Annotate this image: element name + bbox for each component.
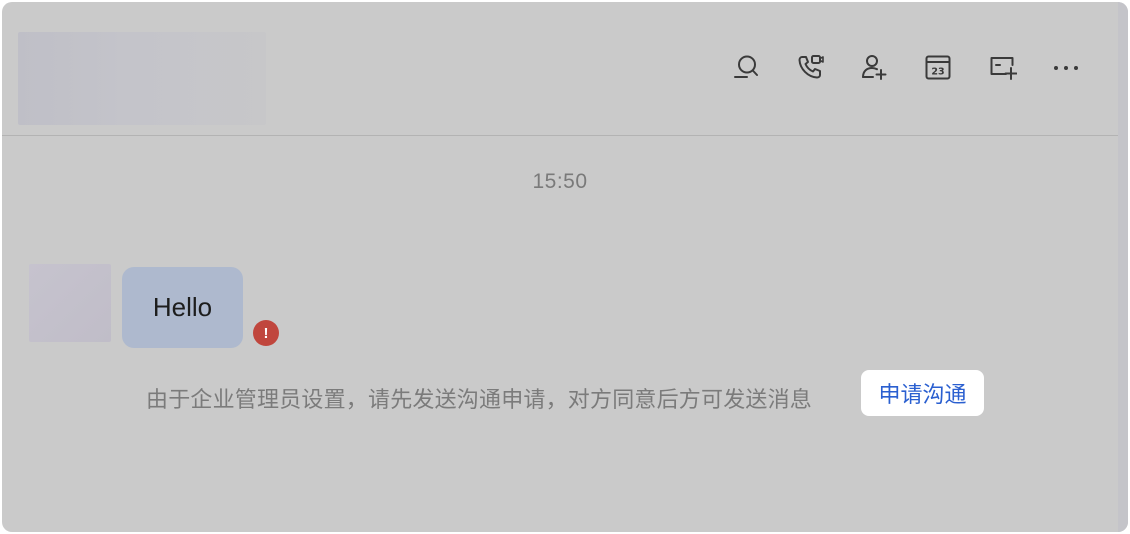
calendar-day-text: 23 xyxy=(931,66,944,77)
chat-title-blurred xyxy=(18,32,266,125)
message-timestamp: 15:50 xyxy=(532,170,588,193)
chat-window: 23 15:50 Hello ! 由于企业管理员设置，请先发送沟通申请，对方同意… xyxy=(2,2,1128,532)
calendar-button[interactable]: 23 xyxy=(921,50,954,83)
search-chat-button[interactable] xyxy=(729,50,762,83)
send-failed-icon[interactable]: ! xyxy=(253,320,279,346)
message-bubble[interactable]: Hello xyxy=(122,267,243,348)
add-member-button[interactable] xyxy=(857,50,890,83)
scrollbar-track[interactable] xyxy=(1118,2,1128,532)
more-button[interactable] xyxy=(1049,50,1082,83)
system-notice: 由于企业管理员设置，请先发送沟通申请，对方同意后方可发送消息 xyxy=(146,387,813,412)
new-screen-icon xyxy=(990,56,1017,80)
search-chat-icon xyxy=(733,55,758,78)
phone-video-call-icon xyxy=(798,54,824,78)
calendar-icon: 23 xyxy=(925,55,950,79)
add-member-icon xyxy=(861,54,886,80)
avatar[interactable] xyxy=(29,264,111,342)
header-toolbar: 23 xyxy=(729,50,1082,83)
more-icon xyxy=(1053,65,1078,70)
request-communication-button[interactable]: 申请沟通 xyxy=(861,370,984,416)
call-button[interactable] xyxy=(793,50,826,83)
new-screen-button[interactable] xyxy=(985,50,1018,83)
chat-header: 23 xyxy=(2,2,1118,136)
